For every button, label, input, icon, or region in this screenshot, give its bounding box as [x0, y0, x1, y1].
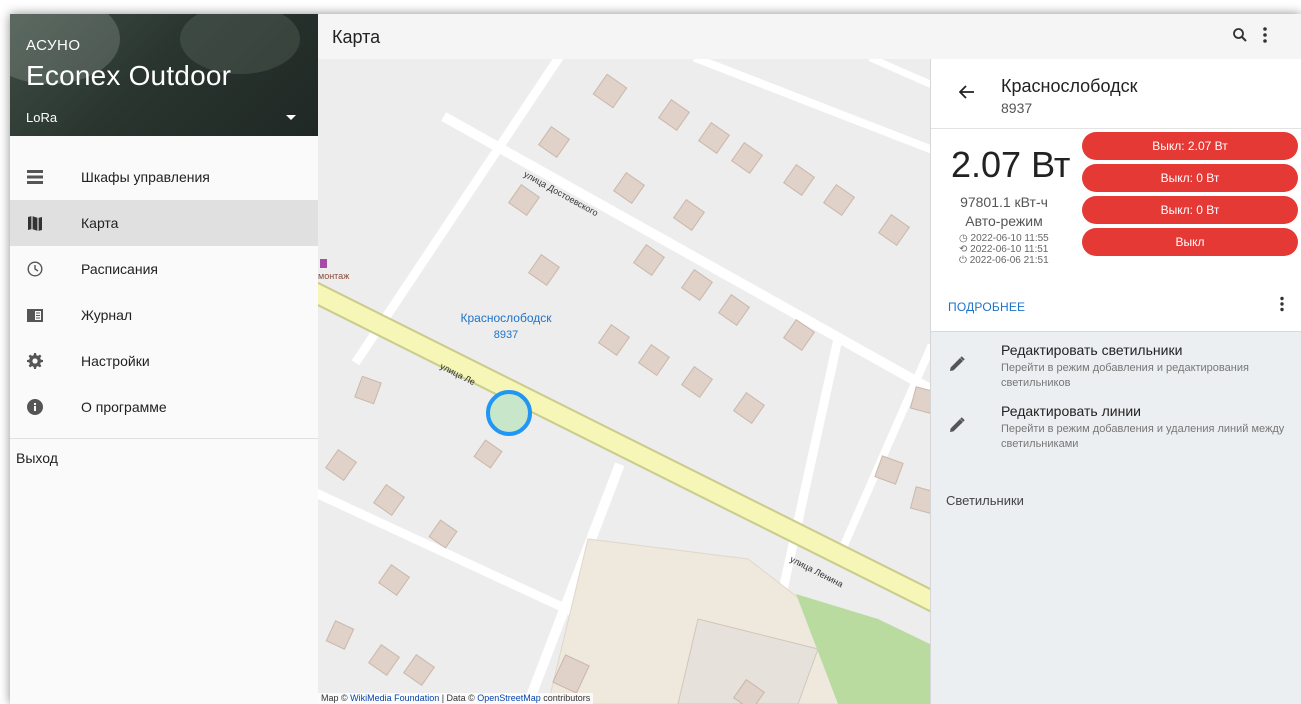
energy-value: 97801.1 кВт-ч [960, 194, 1048, 210]
details-link[interactable]: ПОДРОБНЕЕ [948, 300, 1025, 314]
sidebar-item-label: Карта [81, 215, 119, 231]
search-icon[interactable] [1232, 27, 1248, 48]
map-place-id[interactable]: 8937 [446, 329, 566, 341]
map-icon [27, 215, 43, 231]
map-view[interactable]: улица Достоевского улица Ле улица Ленина… [318, 59, 930, 704]
map-attribution: Map © WikiMedia Foundation | Data © Open… [318, 693, 594, 704]
sidebar: АСУНО Econex Outdoor LoRa Шкафы управлен… [10, 14, 319, 704]
pencil-icon [949, 356, 965, 377]
sidebar-item-about[interactable]: О программе [10, 384, 318, 430]
panel-status: 2.07 Вт 97801.1 кВт-ч Авто-режим ◷ 2022-… [931, 129, 1301, 332]
top-app-bar: Карта [318, 14, 1301, 60]
sidebar-item-label: Настройки [81, 353, 150, 369]
edit-lines-action[interactable]: Редактировать линии Перейти в режим доба… [931, 403, 1301, 463]
clock-icon [27, 261, 43, 277]
attribution-link-osm[interactable]: OpenStreetMap [477, 693, 541, 703]
edit-lamps-action[interactable]: Редактировать светильники Перейти в режи… [931, 342, 1301, 402]
sidebar-header: АСУНО Econex Outdoor LoRa [10, 14, 318, 136]
more-vert-icon[interactable] [1279, 296, 1285, 317]
power-value: 2.07 Вт [951, 144, 1071, 185]
action-title: Редактировать светильники [1001, 342, 1183, 358]
attribution-text: Map © [321, 693, 348, 703]
timestamp-sync: ⟲ 2022-06-10 11:51 [959, 244, 1049, 255]
list-icon [27, 169, 43, 185]
attribution-link-wikimedia[interactable]: WikiMedia Foundation [350, 693, 439, 703]
sidebar-item-label: Шкафы управления [81, 169, 210, 185]
panel-header: Краснослободск 8937 [931, 59, 1301, 129]
map-canvas[interactable] [318, 59, 930, 704]
brand-small: АСУНО [26, 37, 81, 54]
attribution-text: | Data © [441, 693, 475, 703]
more-vert-icon[interactable] [1262, 26, 1268, 49]
sidebar-item-map[interactable]: Карта [10, 200, 318, 246]
network-selector-label[interactable]: LoRa [26, 110, 57, 125]
caret-down-icon[interactable] [286, 115, 296, 120]
off-button-2[interactable]: Выкл: 0 Вт [1082, 164, 1298, 192]
brand-title: Econex Outdoor [26, 60, 232, 91]
page-title: Карта [332, 27, 381, 47]
sidebar-item-label: Расписания [81, 261, 158, 277]
object-name: Краснослободск [1001, 76, 1138, 96]
action-title: Редактировать линии [1001, 403, 1141, 419]
app-window: АСУНО Econex Outdoor LoRa Шкафы управлен… [10, 14, 1301, 704]
object-id: 8937 [1001, 100, 1033, 116]
sidebar-item-cabinets[interactable]: Шкафы управления [10, 154, 318, 200]
timestamp-clock: ◷ 2022-06-10 11:55 [959, 233, 1049, 244]
lamps-section-label: Светильники [946, 493, 1024, 508]
logout-item[interactable]: Выход [10, 439, 318, 477]
gear-icon [27, 353, 43, 369]
poi-label: монтаж [318, 271, 350, 281]
sidebar-item-settings[interactable]: Настройки [10, 338, 318, 384]
action-description: Перейти в режим добавления и удаления ли… [1001, 423, 1285, 450]
action-description: Перейти в режим добавления и редактирова… [1001, 362, 1249, 389]
mode-value: Авто-режим [965, 213, 1043, 229]
sidebar-item-label: О программе [81, 399, 167, 415]
map-place-name[interactable]: Краснослободск [446, 311, 566, 325]
off-button-all[interactable]: Выкл [1082, 228, 1298, 256]
off-button-3[interactable]: Выкл: 0 Вт [1082, 196, 1298, 224]
sidebar-nav: Шкафы управления Карта Расписания Журнал [10, 154, 318, 477]
off-button-1[interactable]: Выкл: 2.07 Вт [1082, 132, 1298, 160]
info-icon [27, 399, 43, 415]
back-arrow-icon[interactable] [958, 85, 975, 104]
sidebar-item-label: Журнал [81, 307, 133, 323]
pencil-icon [949, 417, 965, 438]
details-panel: Краснослободск 8937 2.07 Вт 97801.1 кВт-… [930, 59, 1301, 704]
sidebar-item-schedules[interactable]: Расписания [10, 246, 318, 292]
attribution-text: contributors [543, 693, 591, 703]
journal-icon [27, 307, 43, 323]
timestamp-power: ⏻ 2022-06-06 21:51 [959, 255, 1049, 266]
sidebar-item-journal[interactable]: Журнал [10, 292, 318, 338]
